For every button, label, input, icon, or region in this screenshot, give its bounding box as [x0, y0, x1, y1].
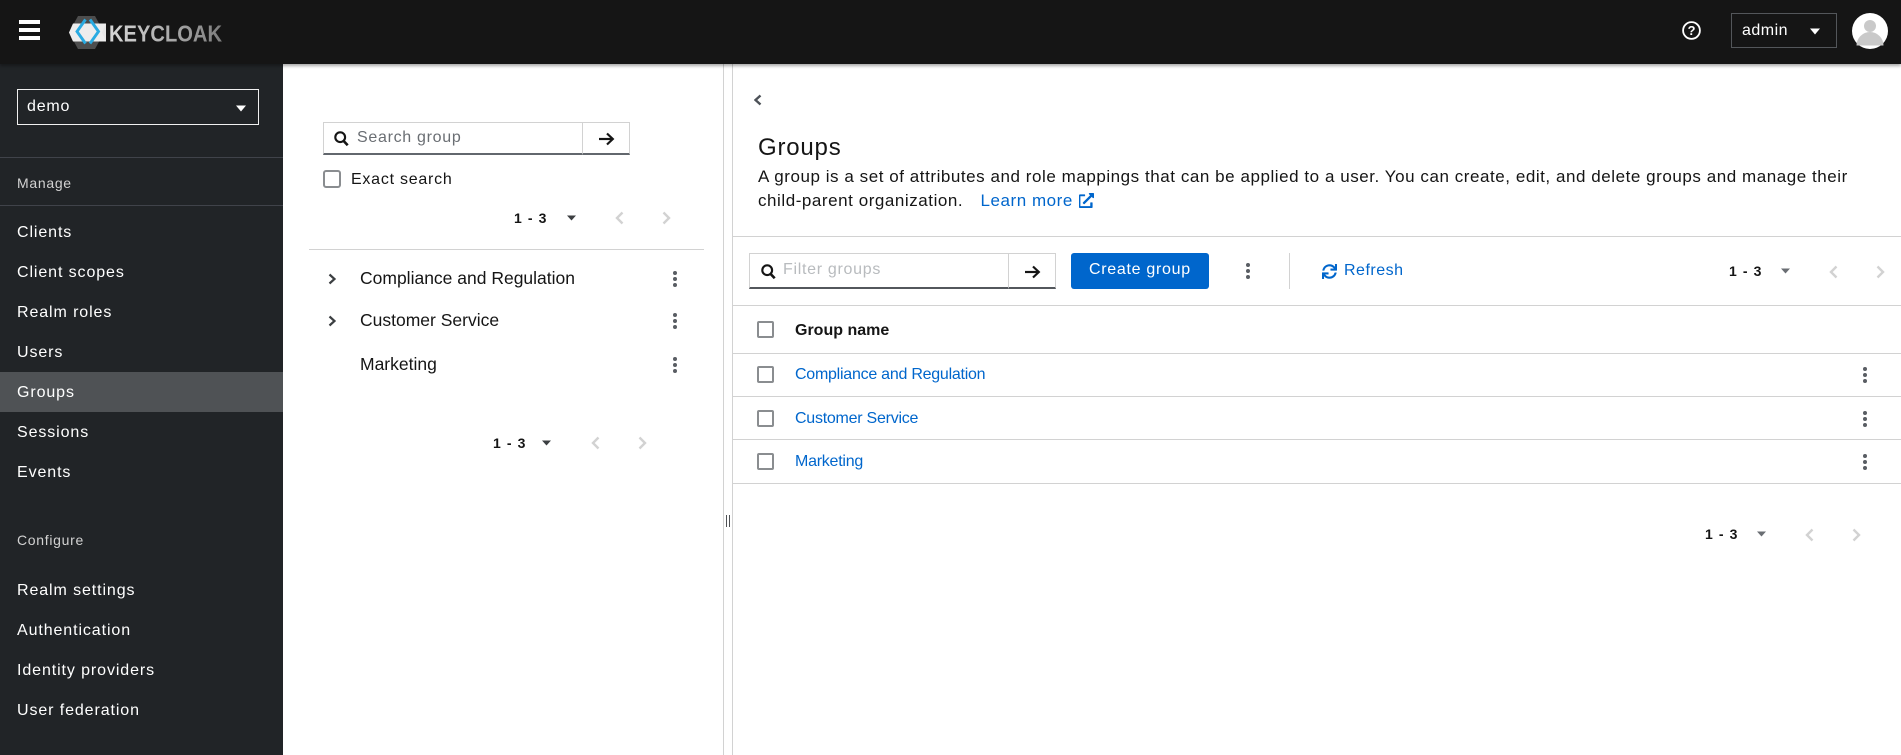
svg-text:KEYCLOAK: KEYCLOAK [109, 21, 222, 47]
svg-text:?: ? [1688, 23, 1696, 38]
